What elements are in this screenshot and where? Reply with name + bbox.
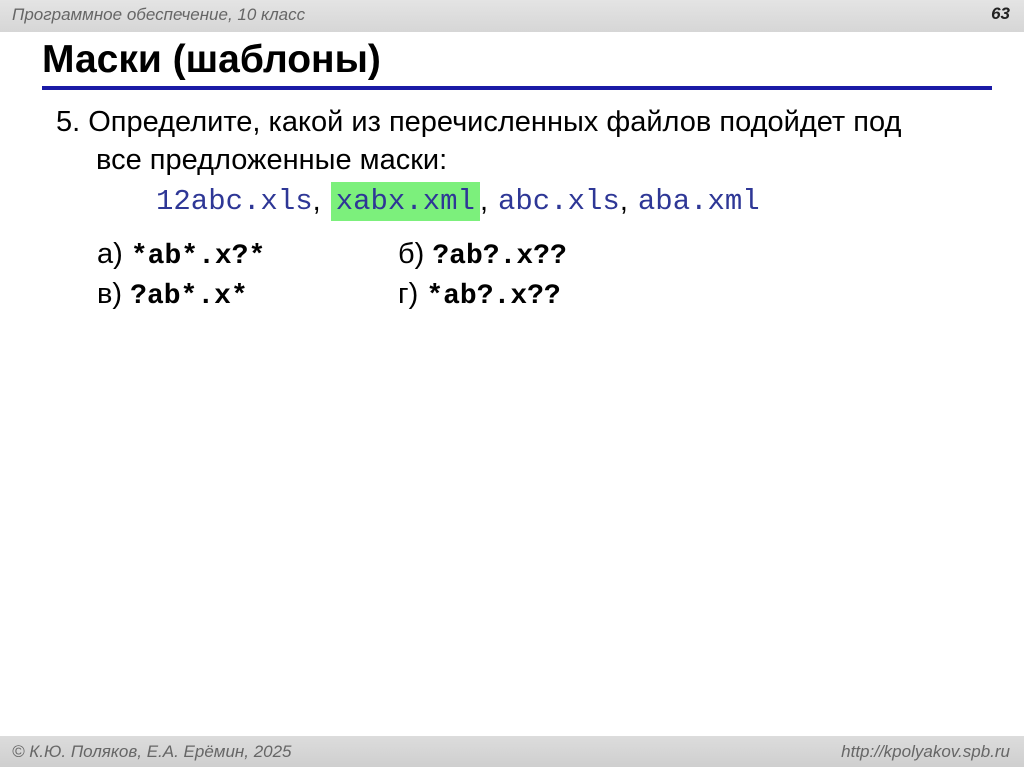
- option-v: в) ?ab*.x*: [97, 278, 248, 312]
- question-line-1: 5. Определите, какой из перечисленных фа…: [56, 103, 986, 141]
- option-mask: ?ab?.x??: [432, 241, 567, 272]
- slide-title: Маски (шаблоны): [42, 38, 381, 81]
- separator: ,: [312, 184, 321, 217]
- footer-bar: © К.Ю. Поляков, Е.А. Ерёмин, 2025 http:/…: [0, 736, 1024, 767]
- question-line-1-text: Определите, какой из перечисленных файло…: [88, 106, 902, 138]
- option-letter: г): [398, 278, 419, 310]
- file-item: abc.xls: [498, 184, 620, 218]
- option-mask: ?ab*.x*: [130, 281, 248, 312]
- option-mask: *ab?.x??: [426, 281, 561, 312]
- option-letter: б): [398, 238, 425, 270]
- option-letter: а): [97, 238, 123, 270]
- title-underline: [42, 86, 992, 90]
- option-letter: в): [97, 278, 123, 310]
- option-a: а) *ab*.x?*: [97, 238, 265, 272]
- slide-number: 63: [991, 4, 1010, 23]
- question-text: 5. Определите, какой из перечисленных фа…: [56, 103, 986, 179]
- file-item-highlighted: xabx.xml: [330, 181, 480, 221]
- course-label: Программное обеспечение, 10 класс: [12, 5, 306, 24]
- option-mask: *ab*.x?*: [130, 241, 266, 272]
- file-item: 12abc.xls: [156, 184, 313, 218]
- option-b: б) ?ab?.x??: [398, 238, 567, 272]
- slide: Программное обеспечение, 10 класс 63 Мас…: [0, 0, 1024, 767]
- question-line-2: все предложенные маски:: [96, 144, 448, 176]
- separator: ,: [619, 184, 628, 217]
- header-bar: Программное обеспечение, 10 класс 63: [0, 0, 1024, 32]
- file-list: 12abc.xls , xabx.xml , abc.xls , aba.xml: [156, 178, 760, 224]
- question-number: 5.: [56, 106, 81, 138]
- separator: ,: [479, 184, 488, 217]
- option-g: г) *ab?.x??: [398, 278, 561, 312]
- file-item: aba.xml: [637, 184, 760, 218]
- footer-url[interactable]: http://kpolyakov.spb.ru: [841, 742, 1010, 762]
- footer-author: © К.Ю. Поляков, Е.А. Ерёмин, 2025: [12, 742, 292, 761]
